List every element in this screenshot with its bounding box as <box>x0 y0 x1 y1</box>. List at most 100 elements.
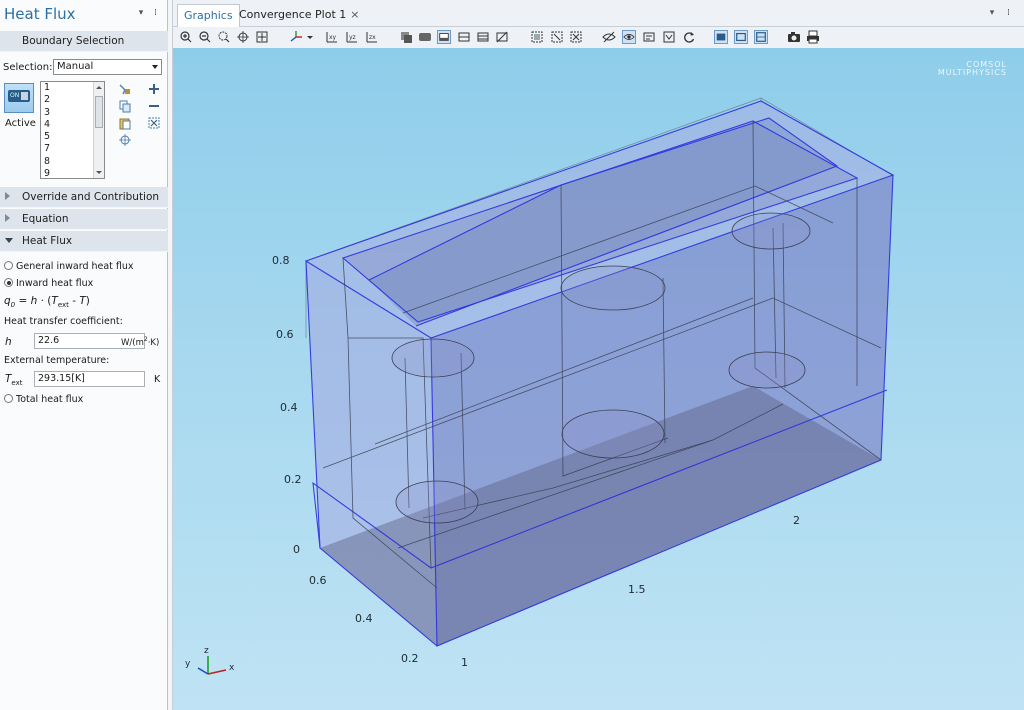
hide-selected-icon[interactable] <box>602 30 616 44</box>
triad-z-label: z <box>204 646 209 656</box>
active-toggle-button[interactable]: ON <box>4 83 34 113</box>
active-label: Active <box>5 118 36 129</box>
tab-graphics[interactable]: Graphics <box>177 4 240 27</box>
tab-convergence-plot[interactable]: Convergence Plot 1 × <box>233 4 365 27</box>
clear-selection-icon[interactable] <box>147 116 161 130</box>
chevron-down-icon[interactable] <box>306 30 314 44</box>
view-unhidden-icon[interactable] <box>642 30 656 44</box>
close-icon[interactable]: × <box>350 8 359 21</box>
chevron-right-icon <box>5 192 10 200</box>
window-menu-icon[interactable]: ▾ ⁞ <box>990 8 1015 18</box>
radio-label: Inward heat flux <box>16 278 94 289</box>
copy-selection-icon[interactable] <box>118 99 132 113</box>
graphics-window: Graphics Convergence Plot 1 × ▾ ⁞ xy yz z… <box>172 0 1024 710</box>
camera-icon[interactable] <box>787 30 801 44</box>
z-tick-label: 0.4 <box>280 401 298 414</box>
z-tick-label: 0.2 <box>284 473 302 486</box>
triad-y-label: y <box>185 659 191 669</box>
ext-temp-value: 293.15[K] <box>38 373 85 384</box>
axis-orientation-icon[interactable] <box>289 30 303 44</box>
graphics-tabbar: Graphics Convergence Plot 1 × ▾ ⁞ <box>173 0 1024 27</box>
ext-temp-input[interactable]: 293.15[K] <box>34 371 145 387</box>
section-heat-flux[interactable]: Heat Flux <box>0 231 168 252</box>
grid-icon[interactable] <box>476 30 490 44</box>
paste-selection-icon[interactable] <box>118 82 132 96</box>
settings-panel: Heat Flux ▾ ⁞ Boundary Selection Selecti… <box>0 0 168 710</box>
zoom-out-icon[interactable] <box>198 30 212 44</box>
clear-selection-icon[interactable] <box>569 30 583 44</box>
selection-value: Manual <box>57 61 94 72</box>
wireframe-icon[interactable] <box>457 30 471 44</box>
chevron-down-icon <box>5 238 13 243</box>
graphics-viewport[interactable]: COMSOL MULTIPHYSICS 0.8 0.6 0.4 0.2 0 0.… <box>173 48 1024 710</box>
show-hidden-icon[interactable] <box>622 30 636 44</box>
geometry-block[interactable] <box>306 101 893 646</box>
ui-mode-1-icon[interactable] <box>714 30 728 44</box>
remove-icon[interactable] <box>147 99 161 113</box>
zoom-in-icon[interactable] <box>179 30 193 44</box>
scene-light-icon[interactable] <box>418 30 432 44</box>
section-label: Heat Flux <box>22 235 73 247</box>
y-tick-label: 0.4 <box>355 612 373 625</box>
zoom-selection-icon[interactable] <box>236 30 250 44</box>
section-label: Boundary Selection <box>22 35 125 47</box>
svg-text:xy: xy <box>329 34 337 41</box>
panel-menu-icon[interactable]: ▾ ⁞ <box>139 8 161 18</box>
radio-inward-heat-flux[interactable]: Inward heat flux <box>4 278 93 292</box>
view-zx-icon[interactable]: zx <box>365 30 379 44</box>
section-boundary-selection[interactable]: Boundary Selection <box>0 31 168 52</box>
section-label: Override and Contribution <box>22 191 160 203</box>
htc-value: 22.6 <box>38 335 60 346</box>
graphics-toolbar: xy yz zx <box>173 27 1024 48</box>
hide-geometry-icon[interactable] <box>495 30 509 44</box>
selection-row: Selection: Manual <box>0 58 168 78</box>
render-mode-icon[interactable] <box>399 30 413 44</box>
settings-title: Heat Flux <box>4 5 76 23</box>
select-boxes-icon[interactable] <box>530 30 544 44</box>
svg-text:yz: yz <box>349 34 356 41</box>
triad-x-label: x <box>229 663 235 673</box>
ui-mode-3-icon[interactable] <box>754 30 768 44</box>
zoom-box-icon[interactable] <box>217 30 231 44</box>
zoom-extents-icon[interactable] <box>255 30 269 44</box>
y-tick-label: 0.2 <box>401 652 419 665</box>
print-icon[interactable] <box>806 30 820 44</box>
add-icon[interactable] <box>147 82 161 96</box>
select-all-icon[interactable] <box>550 30 564 44</box>
selection-dropdown[interactable]: Manual <box>53 59 162 75</box>
tab-label: Graphics <box>184 9 233 22</box>
settings-header: Heat Flux ▾ ⁞ <box>0 0 167 30</box>
refresh-icon[interactable] <box>682 30 696 44</box>
z-tick-label: 0.6 <box>276 328 294 341</box>
svg-text:zx: zx <box>369 34 376 41</box>
tab-label: Convergence Plot 1 <box>239 8 347 21</box>
section-label: Equation <box>22 213 69 225</box>
geometry-scene[interactable]: 0.8 0.6 0.4 0.2 0 0.6 0.4 0.2 1 1.5 2 z … <box>173 48 1024 710</box>
x-tick-label: 1.5 <box>628 583 646 596</box>
selection-label: Selection: <box>3 62 53 73</box>
htc-unit: W/(m2·K) <box>121 336 160 348</box>
view-xy-icon[interactable]: xy <box>325 30 339 44</box>
ui-mode-2-icon[interactable] <box>734 30 748 44</box>
clipboard-icon[interactable] <box>118 116 132 130</box>
radio-label: General inward heat flux <box>16 261 134 272</box>
view-yz-icon[interactable]: yz <box>345 30 359 44</box>
toggle-switch-icon: ON <box>8 90 30 102</box>
y-tick-label: 0.6 <box>309 574 327 587</box>
axis-triad: z x y <box>185 646 235 675</box>
radio-general-inward-heat-flux[interactable]: General inward heat flux <box>4 261 134 275</box>
radio-button[interactable] <box>4 261 13 270</box>
section-equation[interactable]: Equation <box>0 209 168 230</box>
radio-button-selected[interactable] <box>4 278 13 287</box>
h-symbol: h <box>5 336 12 348</box>
list-scrollbar[interactable] <box>93 82 104 178</box>
radio-button[interactable] <box>4 394 13 403</box>
transparency-icon[interactable] <box>437 30 451 44</box>
zoom-to-selection-icon[interactable] <box>118 133 132 147</box>
radio-total-heat-flux[interactable]: Total heat flux <box>4 394 83 408</box>
boundary-list[interactable]: 1 2 3 4 5 7 8 9 <box>40 81 105 179</box>
t-ext-symbol: Text <box>5 373 23 388</box>
chevron-down-icon <box>152 65 158 69</box>
reset-hiding-icon[interactable] <box>662 30 676 44</box>
section-override-contribution[interactable]: Override and Contribution <box>0 187 168 208</box>
